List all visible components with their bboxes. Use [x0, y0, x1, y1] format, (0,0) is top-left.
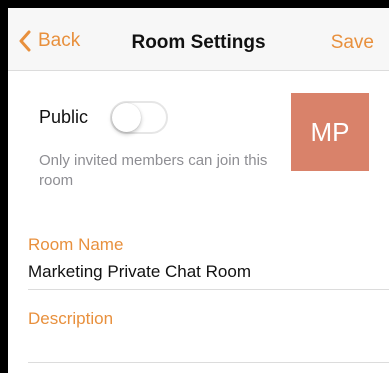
chevron-left-icon — [18, 30, 32, 52]
description-label: Description — [28, 309, 114, 328]
public-label: Public — [39, 107, 89, 127]
navigation-bar: Back Room Settings Save — [8, 8, 389, 71]
description-input[interactable] — [28, 338, 389, 362]
room-settings-screen: Back Room Settings Save Public Only invi… — [8, 8, 389, 373]
save-button[interactable]: Save — [331, 32, 374, 54]
public-hint-text: Only invited members can join this room — [39, 152, 268, 189]
toggle-knob — [112, 103, 141, 132]
room-avatar[interactable]: MP — [291, 93, 369, 171]
room-name-input[interactable]: Marketing Private Chat Room — [28, 261, 251, 283]
back-button[interactable]: Back — [18, 30, 80, 52]
room-name-label: Room Name — [28, 235, 124, 254]
public-toggle[interactable] — [110, 101, 168, 134]
back-label: Back — [38, 30, 81, 51]
room-name-divider — [28, 289, 389, 290]
description-divider — [28, 362, 389, 363]
avatar-initials: MP — [310, 116, 350, 147]
